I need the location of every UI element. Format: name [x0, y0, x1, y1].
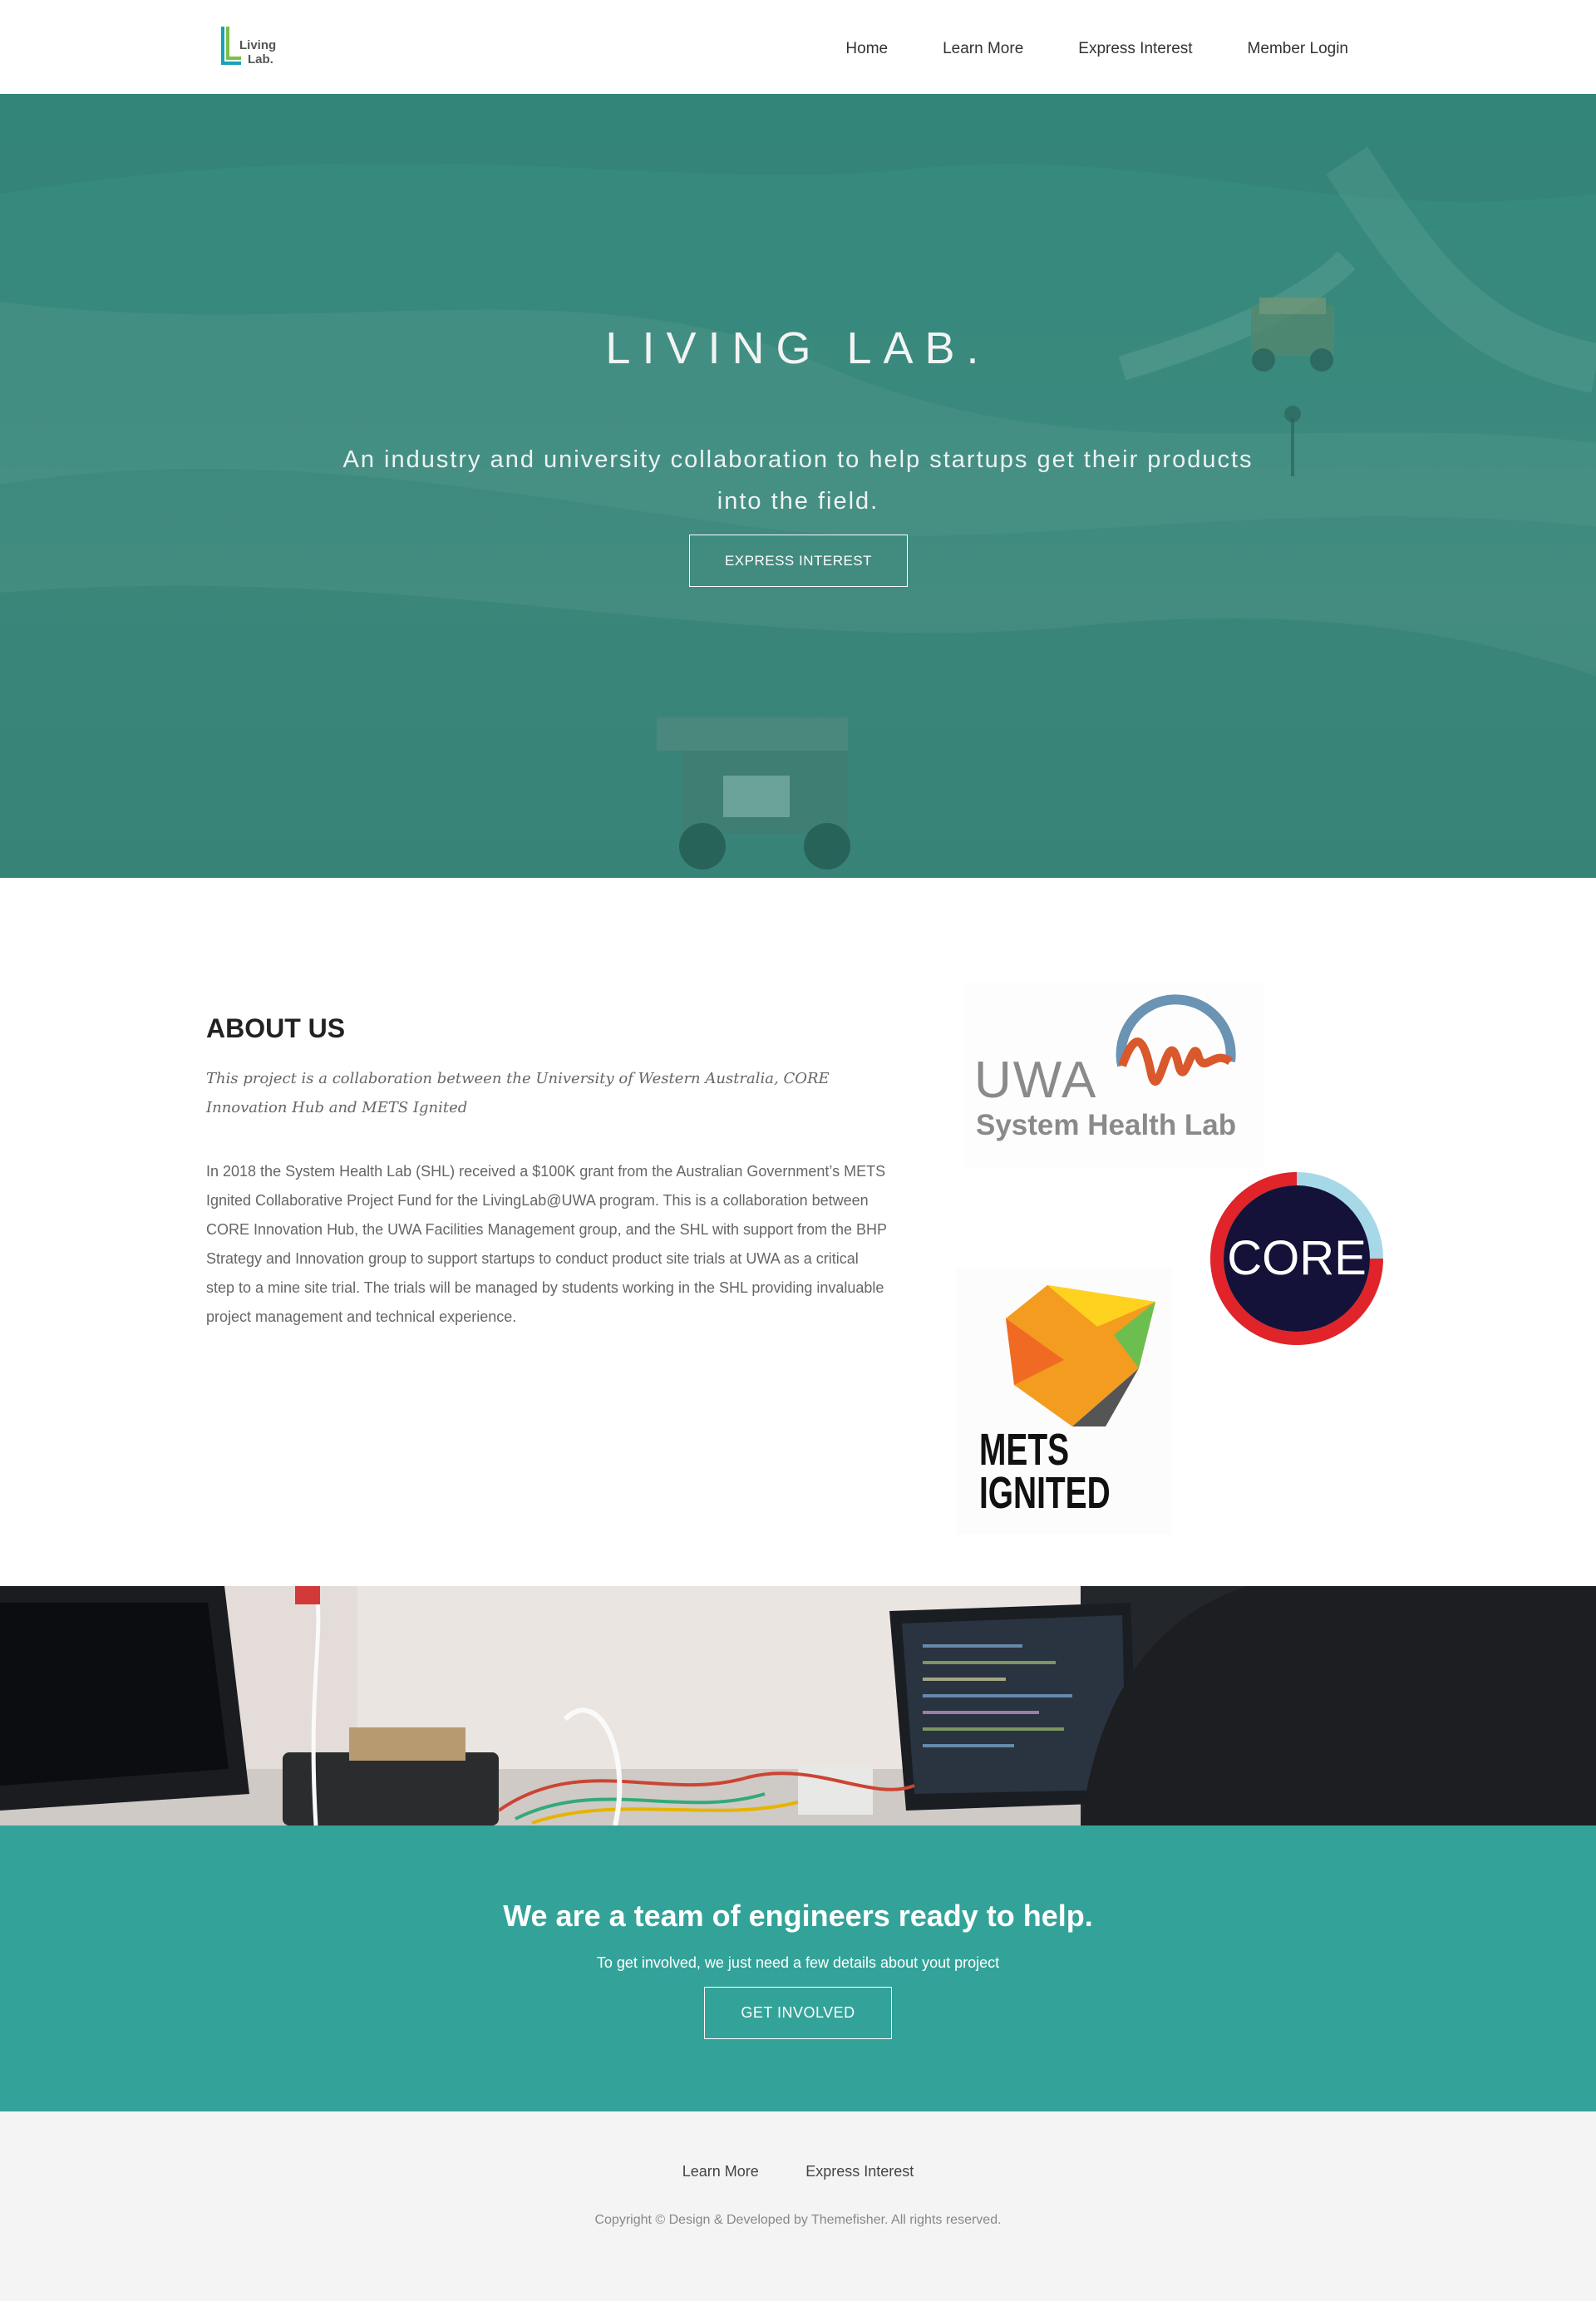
- system-health-lab-text: System Health Lab: [976, 1109, 1237, 1141]
- footer-nav: Learn More Express Interest: [0, 2163, 1596, 2180]
- core-logo: CORE: [1205, 1167, 1388, 1350]
- cta-title: We are a team of engineers ready to help…: [503, 1899, 1093, 1933]
- site-logo[interactable]: Living Lab.: [219, 25, 278, 68]
- about-title: ABOUT US: [206, 1013, 346, 1043]
- uwa-system-health-lab-logo: UWA System Health Lab: [964, 983, 1264, 1167]
- about-lead: This project is a collaboration between …: [206, 1070, 830, 1116]
- nav-member-login[interactable]: Member Login: [1248, 40, 1348, 58]
- about-body: In 2018 the System Health Lab (SHL) rece…: [206, 1163, 887, 1325]
- footer-link-learn-more[interactable]: Learn More: [682, 2163, 759, 2180]
- hero-section: LIVING LAB. An industry and university c…: [0, 94, 1596, 878]
- logo-text: Living Lab.: [239, 38, 276, 67]
- core-text: CORE: [1227, 1231, 1367, 1285]
- main-nav: Home Learn More Express Interest Member …: [791, 40, 1348, 58]
- get-involved-button[interactable]: GET INVOLVED: [704, 1987, 892, 2039]
- lab-workbench-photo: [0, 1586, 1596, 1826]
- logo-text-line2: Lab.: [248, 52, 273, 67]
- nav-home[interactable]: Home: [845, 40, 888, 58]
- mets-text: METS: [979, 1425, 1070, 1475]
- workbench-image: [0, 1586, 1596, 1826]
- get-involved-section: We are a team of engineers ready to help…: [0, 1826, 1596, 2111]
- mets-ignited-text: METS IGNITED: [979, 1425, 1111, 1518]
- footer-copyright: Copyright © Design & Developed by Themef…: [594, 2213, 1002, 2227]
- mets-ignited-logo: METS IGNITED: [956, 1269, 1172, 1535]
- express-interest-button[interactable]: EXPRESS INTEREST: [689, 535, 908, 587]
- nav-express-interest[interactable]: Express Interest: [1078, 40, 1192, 58]
- nav-learn-more[interactable]: Learn More: [943, 40, 1023, 58]
- uwa-text: UWA: [974, 1052, 1098, 1109]
- footer: Learn More Express Interest Copyright © …: [0, 2111, 1596, 2301]
- ignited-text: IGNITED: [979, 1468, 1111, 1518]
- about-section: ABOUT US This project is a collaboration…: [0, 878, 1596, 1586]
- cta-subtitle: To get involved, we just need a few deta…: [596, 1954, 1000, 1971]
- hero-subtitle: An industry and university collaboration…: [342, 446, 1254, 515]
- logo-text-line1: Living: [239, 38, 277, 52]
- footer-link-express-interest[interactable]: Express Interest: [805, 2163, 914, 2180]
- navbar: Living Lab. Home Learn More Express Inte…: [0, 0, 1596, 94]
- hero-title: LIVING LAB.: [605, 323, 991, 373]
